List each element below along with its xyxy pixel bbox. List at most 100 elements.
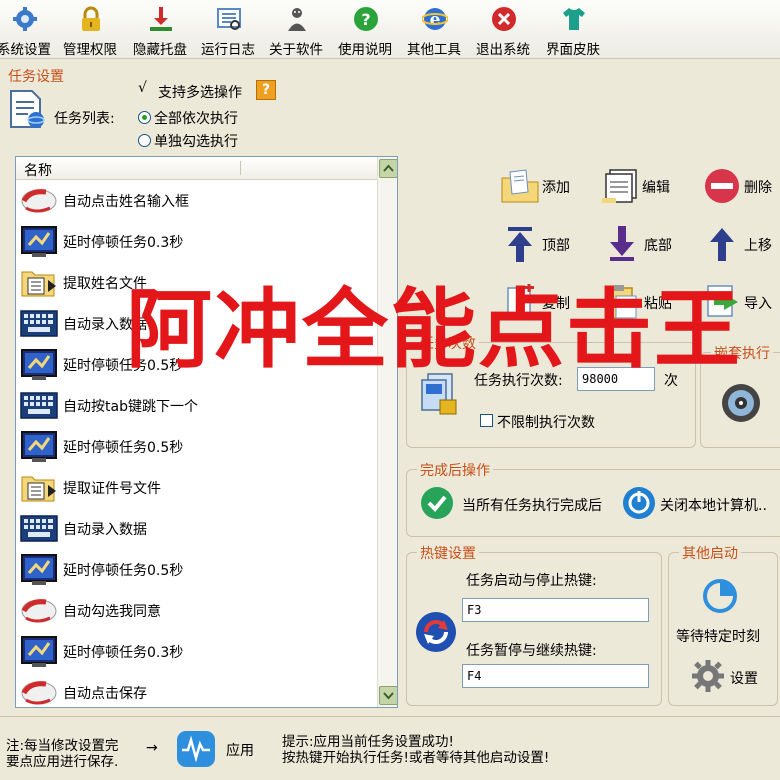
task-list-item[interactable]: 自动录入数据	[16, 507, 378, 548]
minus-circle-icon	[705, 169, 739, 203]
toolbar-system-settings-button[interactable]: 系统设置	[0, 2, 56, 58]
add-button[interactable]: 添加	[500, 166, 590, 206]
toolbar: 系统设置 管理权限 隐藏托盘 运行日志 关于软件 ? 使用说明 e 其他工具 退…	[0, 0, 780, 59]
pause-resume-hotkey-input[interactable]	[462, 664, 649, 688]
multi-select-check-mark[interactable]: √	[138, 80, 147, 96]
edit-button[interactable]: 编辑	[602, 166, 692, 206]
multi-select-label: 支持多选操作	[158, 85, 242, 101]
monitor-icon	[20, 635, 58, 668]
folder-list-icon	[20, 266, 58, 299]
keyboard-icon	[20, 389, 58, 422]
nested-disc-icon[interactable]	[720, 382, 762, 424]
task-item-label: 延时停顿任务0.5秒	[63, 563, 184, 579]
add-folder-icon	[501, 169, 539, 203]
edit-label: 编辑	[642, 180, 670, 196]
toolbar-hide-tray-button[interactable]: 隐藏托盘	[128, 2, 192, 58]
task-item-label: 自动录入数据	[63, 522, 147, 538]
delete-button[interactable]: 删除	[702, 166, 780, 206]
column-header-name: 名称	[24, 163, 52, 179]
chevron-up-icon	[383, 164, 394, 172]
arrow-up-icon	[710, 228, 734, 261]
other-start-settings-label[interactable]: 设置	[730, 668, 758, 688]
scroll-down-button[interactable]	[379, 686, 397, 705]
task-list-item[interactable]: 自动点击保存	[16, 671, 378, 707]
option-all-label: 全部依次执行	[154, 111, 238, 127]
toolbar-permissions-button[interactable]: 管理权限	[58, 2, 122, 58]
toolbar-help-button[interactable]: ? 使用说明	[333, 2, 397, 58]
shirt-icon	[563, 8, 585, 30]
check-circle-icon[interactable]	[420, 486, 454, 520]
after-complete-title: 完成后操作	[417, 460, 493, 480]
task-item-label: 提取证件号文件	[63, 481, 161, 497]
task-list-scrollbar[interactable]	[377, 157, 397, 707]
after-complete-action: 关闭本地计算机..	[660, 498, 767, 514]
lock-icon	[82, 6, 100, 31]
chevron-down-icon	[383, 692, 394, 700]
footer-arrow: →	[146, 740, 158, 756]
unlimited-checkbox[interactable]	[480, 414, 493, 427]
clock-pie-icon[interactable]	[702, 578, 738, 614]
option-single-label: 单独勾选执行	[154, 134, 238, 150]
task-list-item[interactable]: 自动按tab键跳下一个	[16, 384, 378, 425]
move-up-button[interactable]: 上移	[702, 224, 780, 264]
task-list-item[interactable]: 延时停顿任务0.5秒	[16, 425, 378, 466]
move-top-button[interactable]: 顶部	[500, 224, 590, 264]
move-bottom-label: 底部	[644, 238, 672, 254]
task-list-item[interactable]: 延时停顿任务0.5秒	[16, 548, 378, 589]
task-list-item[interactable]: 提取证件号文件	[16, 466, 378, 507]
keyboard-icon	[20, 512, 58, 545]
apply-button[interactable]: 应用	[176, 728, 266, 770]
download-tray-icon	[150, 7, 172, 31]
radio-all-sequential[interactable]	[138, 111, 151, 124]
footer-note-line2: 要点应用进行保存.	[6, 754, 119, 770]
monitor-icon	[20, 553, 58, 586]
task-item-label: 延时停顿任务0.3秒	[63, 645, 184, 661]
task-list-label: 任务列表:	[54, 111, 115, 127]
task-item-label: 自动勾选我同意	[63, 604, 161, 620]
toolbar-exit-button[interactable]: 退出系统	[471, 2, 535, 58]
radio-single-selected[interactable]	[138, 134, 151, 147]
move-up-label: 上移	[744, 238, 772, 254]
toolbar-about-button[interactable]: 关于软件	[264, 2, 328, 58]
globe-icon: e	[422, 8, 448, 30]
power-icon[interactable]	[622, 486, 656, 520]
task-document-icon	[10, 90, 45, 128]
footer-hint-line2: 按热键开始执行任务!或者等待其他启动设置!	[282, 750, 550, 766]
task-list-header: 名称	[16, 157, 378, 180]
help-icon: ?	[354, 7, 378, 31]
add-label: 添加	[542, 180, 570, 196]
task-item-label: 自动按tab键跳下一个	[63, 399, 198, 415]
other-start-title: 其他启动	[679, 543, 741, 563]
watermark-title: 阿冲全能点击王	[126, 280, 742, 380]
task-list[interactable]: 名称 自动点击姓名输入框 延时停顿任务0.3秒 提取姓名文件 自动录入数据 延时停顿任务…	[15, 156, 398, 708]
toolbar-skin-button[interactable]: 界面皮肤	[541, 2, 605, 58]
mouse-icon	[20, 676, 58, 707]
mouse-icon	[20, 184, 58, 217]
toolbar-run-log-button[interactable]: 运行日志	[196, 2, 260, 58]
toolbar-label: 界面皮肤	[546, 42, 600, 58]
after-complete-condition: 当所有任务执行完成后	[462, 498, 602, 514]
task-list-item[interactable]: 延时停顿任务0.3秒	[16, 630, 378, 671]
task-list-item[interactable]: 自动点击姓名输入框	[16, 179, 378, 220]
mouse-icon	[20, 594, 58, 627]
monitor-icon	[20, 348, 58, 381]
scroll-up-button[interactable]	[379, 159, 397, 178]
person-icon	[288, 8, 306, 31]
task-list-item[interactable]: 自动勾选我同意	[16, 589, 378, 630]
column-divider	[240, 161, 241, 175]
move-bottom-button[interactable]: 底部	[602, 224, 692, 264]
task-list-item[interactable]: 延时停顿任务0.3秒	[16, 220, 378, 261]
edit-document-icon	[602, 169, 637, 203]
import-label: 导入	[744, 296, 772, 312]
task-settings-title: 任务设置	[8, 69, 64, 85]
svg-text:?: ?	[361, 10, 370, 29]
settings-gear-icon[interactable]	[690, 658, 726, 694]
folder-list-icon	[20, 471, 58, 504]
start-stop-hotkey-input[interactable]	[462, 598, 649, 622]
gear-icon	[13, 7, 37, 31]
arrow-top-icon	[508, 227, 532, 262]
multi-select-help-icon[interactable]: ?	[256, 80, 276, 100]
toolbar-other-tools-button[interactable]: e 其他工具	[402, 2, 466, 58]
exit-icon	[492, 7, 516, 31]
toolbar-label: 隐藏托盘	[133, 42, 187, 58]
